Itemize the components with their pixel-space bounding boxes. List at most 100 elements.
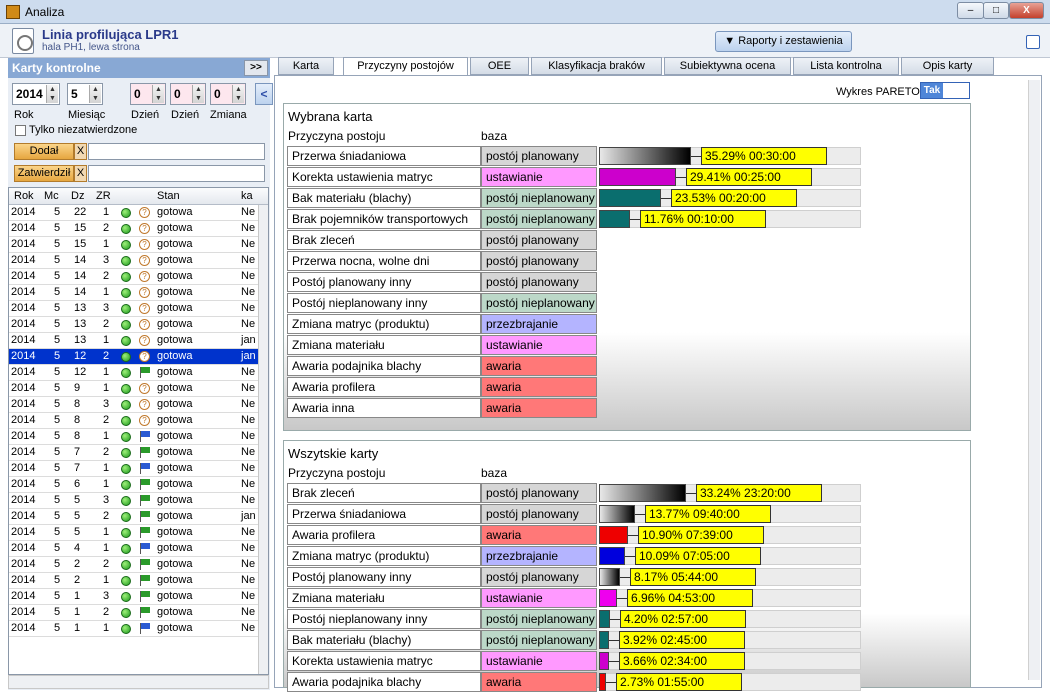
- table-row[interactable]: 2014 5 13 2 gotowa Ne?: [9, 317, 258, 333]
- only-unapproved-checkbox[interactable]: [15, 125, 26, 136]
- cell-mc: 5: [54, 350, 61, 362]
- cell-zr: 2: [103, 510, 110, 522]
- cell-mc: 5: [54, 254, 61, 266]
- cell-dz: 13: [74, 318, 87, 330]
- table-row[interactable]: 2014 5 6 1 gotowa Ne: [9, 477, 258, 493]
- col-stan[interactable]: Stan: [157, 190, 180, 202]
- table-row[interactable]: 2014 5 12 2 gotowa jan?: [9, 349, 258, 365]
- table-horizontal-scrollbar[interactable]: [8, 675, 269, 689]
- col-zr[interactable]: ZR: [96, 190, 111, 202]
- col-rok[interactable]: Rok: [14, 190, 34, 202]
- content-scrollbar[interactable]: [1028, 80, 1040, 680]
- tab-klasyfikacja-brakow[interactable]: Klasyfikacja braków: [531, 57, 662, 75]
- month-spinner[interactable]: 5 ▲ ▼: [67, 83, 103, 105]
- bar-connector: [606, 682, 616, 683]
- tab-przyczyny-postojow[interactable]: Przyczyny postojów: [343, 57, 468, 76]
- table-row[interactable]: 2014 5 1 1 gotowa Ne: [9, 621, 258, 637]
- cell-dz: 13: [74, 302, 87, 314]
- table-vertical-scrollbar[interactable]: [258, 205, 268, 674]
- table-row[interactable]: 2014 5 5 2 gotowa jan: [9, 509, 258, 525]
- question-icon: ?: [139, 335, 150, 346]
- pareto-bar: [599, 484, 686, 502]
- approved-by-field[interactable]: [88, 165, 265, 182]
- tab-opis-karty[interactable]: Opis karty: [901, 57, 994, 75]
- table-row[interactable]: 2014 5 22 1 gotowa Ne?: [9, 205, 258, 221]
- cell-zr: 2: [103, 414, 110, 426]
- close-button[interactable]: X: [1009, 2, 1044, 19]
- spinner-arrows-icon[interactable]: ▲ ▼: [152, 85, 164, 103]
- table-row[interactable]: 2014 5 13 1 gotowa jan?: [9, 333, 258, 349]
- table-row[interactable]: 2014 5 8 2 gotowa Ne?: [9, 413, 258, 429]
- bar-percent: 33.24: [700, 486, 731, 500]
- reason-category: awaria: [481, 377, 597, 397]
- table-row[interactable]: 2014 5 2 1 gotowa Ne: [9, 573, 258, 589]
- shift-spinner[interactable]: 0 ▲ ▼: [210, 83, 246, 105]
- cell-dz: 5: [74, 494, 81, 506]
- tab-karta[interactable]: Karta: [278, 57, 334, 75]
- table-row[interactable]: 2014 5 5 1 gotowa Ne: [9, 525, 258, 541]
- day-from-spinner[interactable]: 0 ▲ ▼: [130, 83, 166, 105]
- status-dot-icon: [121, 432, 131, 442]
- cell-dz: 5: [74, 526, 81, 538]
- table-row[interactable]: 2014 5 15 2 gotowa Ne?: [9, 221, 258, 237]
- pareto-toggle[interactable]: Tak: [920, 82, 970, 99]
- only-unapproved-label: Tylko niezatwierdzone: [29, 124, 138, 136]
- tab-lista-kontrolna[interactable]: Lista kontrolna: [793, 57, 899, 75]
- green-flag-icon: [140, 575, 150, 586]
- col-reason: Przyczyna postoju: [288, 466, 386, 480]
- bar-time: 00:25:00: [734, 170, 781, 184]
- table-row[interactable]: 2014 5 7 1 gotowa Ne: [9, 461, 258, 477]
- window-title: Analiza: [25, 5, 65, 19]
- added-by-button[interactable]: Dodał: [14, 143, 74, 160]
- cell-mc: 5: [54, 414, 61, 426]
- back-button[interactable]: <: [255, 83, 273, 105]
- col-ka[interactable]: ka: [241, 190, 253, 202]
- bar-connector: [609, 661, 619, 662]
- table-row[interactable]: 2014 5 12 1 gotowa Ne: [9, 365, 258, 381]
- clear-added-button[interactable]: X: [74, 143, 87, 160]
- section-title: Wszytskie karty: [288, 446, 379, 461]
- pareto-label: Wykres PARETO: [836, 86, 920, 98]
- minimize-button[interactable]: –: [957, 2, 984, 19]
- spinner-arrows-icon[interactable]: ▲ ▼: [232, 85, 244, 103]
- table-row[interactable]: 2014 5 8 3 gotowa Ne?: [9, 397, 258, 413]
- table-row[interactable]: 2014 5 8 1 gotowa Ne: [9, 429, 258, 445]
- approved-by-button[interactable]: Zatwierdził: [14, 165, 74, 182]
- table-row[interactable]: 2014 5 1 2 gotowa Ne: [9, 605, 258, 621]
- table-row[interactable]: 2014 5 15 1 gotowa Ne?: [9, 237, 258, 253]
- spinner-arrows-icon[interactable]: ▲ ▼: [192, 85, 204, 103]
- pareto-bar: [599, 505, 635, 523]
- cell-mc: 5: [54, 478, 61, 490]
- col-dz[interactable]: Dz: [71, 190, 84, 202]
- added-by-field[interactable]: [88, 143, 265, 160]
- cell-zr: 1: [103, 382, 110, 394]
- tab-subiektywna-ocena[interactable]: Subiektywna ocena: [664, 57, 791, 75]
- table-row[interactable]: 2014 5 9 1 gotowa Ne?: [9, 381, 258, 397]
- tab-oee[interactable]: OEE: [470, 57, 529, 75]
- table-row[interactable]: 2014 5 2 2 gotowa Ne: [9, 557, 258, 573]
- table-row[interactable]: 2014 5 1 3 gotowa Ne: [9, 589, 258, 605]
- bar-value-label: 13.77% 09:40:00: [645, 505, 771, 523]
- reason-category: postój nieplanowany: [481, 209, 597, 229]
- window-mode-icon[interactable]: [1026, 35, 1040, 49]
- cell-rok: 2014: [11, 238, 36, 250]
- table-row[interactable]: 2014 5 14 2 gotowa Ne?: [9, 269, 258, 285]
- spinner-arrows-icon[interactable]: ▲ ▼: [89, 85, 101, 103]
- bar-time: 01:55:00: [657, 675, 705, 689]
- maximize-button[interactable]: □: [983, 2, 1009, 19]
- spinner-arrows-icon[interactable]: ▲ ▼: [46, 85, 58, 103]
- table-row[interactable]: 2014 5 4 1 gotowa Ne: [9, 541, 258, 557]
- expand-panel-button[interactable]: >>: [244, 60, 268, 76]
- table-row[interactable]: 2014 5 13 3 gotowa Ne?: [9, 301, 258, 317]
- reports-button[interactable]: ▼ Raporty i zestawienia: [715, 31, 852, 52]
- clear-approved-button[interactable]: X: [74, 165, 87, 182]
- day-to-spinner[interactable]: 0 ▲ ▼: [170, 83, 206, 105]
- table-row[interactable]: 2014 5 14 3 gotowa Ne?: [9, 253, 258, 269]
- green-flag-icon: [140, 447, 150, 458]
- col-mc[interactable]: Mc: [44, 190, 59, 202]
- year-spinner[interactable]: 2014 ▲ ▼: [12, 83, 60, 105]
- table-row[interactable]: 2014 5 7 2 gotowa Ne: [9, 445, 258, 461]
- table-row[interactable]: 2014 5 5 3 gotowa Ne: [9, 493, 258, 509]
- table-row[interactable]: 2014 5 14 1 gotowa Ne?: [9, 285, 258, 301]
- cell-stan: gotowa: [157, 542, 193, 554]
